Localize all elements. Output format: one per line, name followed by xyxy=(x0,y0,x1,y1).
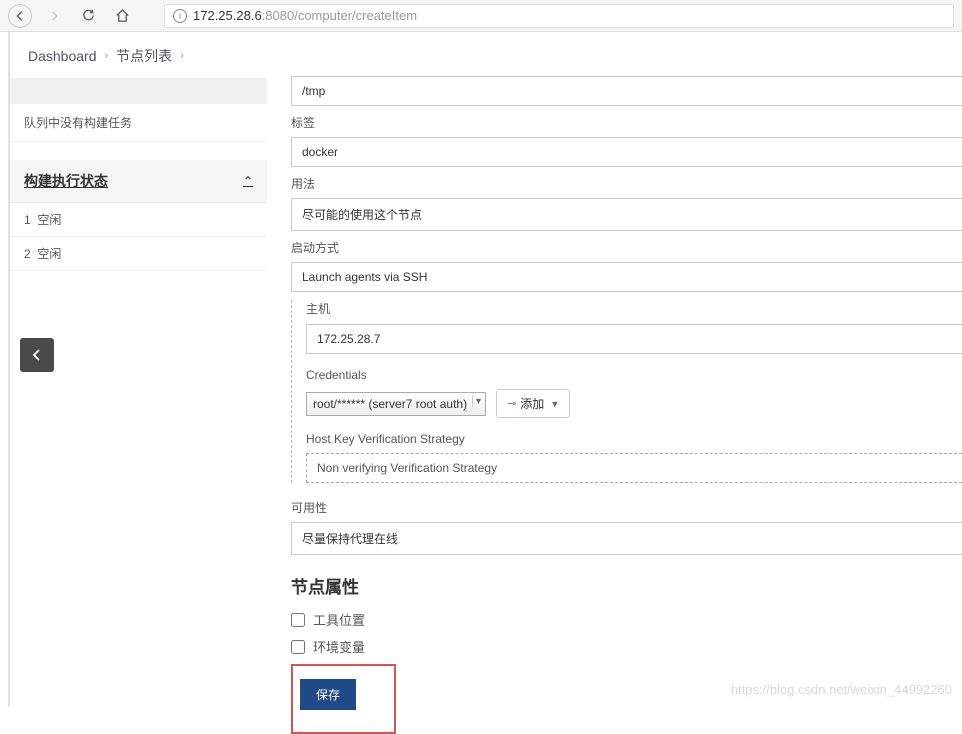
highlight-annotation: 保存 xyxy=(291,664,396,734)
breadcrumb-sep-icon: › xyxy=(180,50,184,62)
url-bar[interactable]: i 172.25.28.6:8080/computer/createItem xyxy=(164,4,954,28)
availability-label: 可用性 xyxy=(291,499,962,516)
usage-select[interactable]: 尽可能的使用这个节点 xyxy=(291,198,962,231)
reload-icon xyxy=(81,8,96,23)
credentials-select[interactable]: root/****** (server7 root auth) xyxy=(306,392,486,416)
env-vars-checkbox[interactable] xyxy=(291,640,305,654)
executor-status: 空闲 xyxy=(37,247,61,261)
breadcrumb: Dashboard › 节点列表 › xyxy=(28,46,184,66)
chevron-left-icon xyxy=(31,349,43,361)
watermark: https://blog.csdn.net/weixin_44992260 xyxy=(731,682,952,697)
env-vars-label: 环境变量 xyxy=(313,637,365,656)
sidebar-collapse-button[interactable] xyxy=(20,338,54,372)
executor-num: 1 xyxy=(24,213,31,227)
executor-status-label: 构建执行状态 xyxy=(24,171,108,191)
executor-item: 1 空闲 xyxy=(10,203,267,237)
info-icon: i xyxy=(173,9,187,23)
credentials-label: Credentials xyxy=(306,368,962,382)
env-vars-row: 环境变量 xyxy=(291,637,962,656)
reload-button[interactable] xyxy=(76,4,100,28)
add-button-label: 添加 xyxy=(520,395,544,412)
remote-dir-input[interactable]: /tmp xyxy=(291,76,962,106)
back-arrow-icon xyxy=(13,9,27,23)
hostkey-strategy-label: Host Key Verification Strategy xyxy=(306,432,962,446)
ssh-config-section: 主机 172.25.28.7 Credentials root/****** (… xyxy=(291,300,962,483)
availability-select[interactable]: 尽量保持代理在线 xyxy=(291,522,962,555)
executor-status: 空闲 xyxy=(37,213,61,227)
breadcrumb-nodes[interactable]: 节点列表 xyxy=(116,46,172,66)
sidebar-top-gray xyxy=(10,78,267,104)
chevron-up-icon[interactable]: ⌃ xyxy=(243,174,253,188)
host-label: 主机 xyxy=(306,300,962,317)
tool-locations-label: 工具位置 xyxy=(313,610,365,629)
save-button[interactable]: 保存 xyxy=(300,679,356,710)
add-credentials-button[interactable]: ⊸ 添加 ▼ xyxy=(496,389,570,418)
build-queue-empty: 队列中没有构建任务 xyxy=(10,104,267,142)
key-icon: ⊸ xyxy=(507,397,516,410)
node-properties-heading: 节点属性 xyxy=(291,573,962,598)
launch-method-label: 启动方式 xyxy=(291,239,962,256)
label-field-label: 标签 xyxy=(291,114,962,131)
breadcrumb-sep-icon: › xyxy=(105,50,109,62)
launch-method-select[interactable]: Launch agents via SSH xyxy=(291,262,962,292)
breadcrumb-dashboard[interactable]: Dashboard xyxy=(28,48,97,64)
browser-toolbar: i 172.25.28.6:8080/computer/createItem xyxy=(0,0,962,32)
label-input[interactable]: docker xyxy=(291,137,962,167)
forward-arrow-icon xyxy=(47,9,61,23)
usage-field-label: 用法 xyxy=(291,175,962,192)
chevron-down-icon: ▼ xyxy=(550,399,559,409)
executor-status-header[interactable]: 构建执行状态 ⌃ xyxy=(10,160,267,203)
hostkey-strategy-select[interactable]: Non verifying Verification Strategy xyxy=(306,453,962,483)
executor-item: 2 空闲 xyxy=(10,237,267,271)
home-icon xyxy=(115,8,130,23)
url-text: 172.25.28.6:8080/computer/createItem xyxy=(193,8,417,23)
nav-forward-button xyxy=(42,4,66,28)
tool-locations-checkbox[interactable] xyxy=(291,613,305,627)
host-input[interactable]: 172.25.28.7 xyxy=(306,324,962,354)
executor-num: 2 xyxy=(24,247,31,261)
home-button[interactable] xyxy=(110,4,134,28)
tool-locations-row: 工具位置 xyxy=(291,610,962,629)
nav-back-button[interactable] xyxy=(8,4,32,28)
main-form: /tmp 标签 docker 用法 尽可能的使用这个节点 启动方式 Launch… xyxy=(267,32,962,707)
